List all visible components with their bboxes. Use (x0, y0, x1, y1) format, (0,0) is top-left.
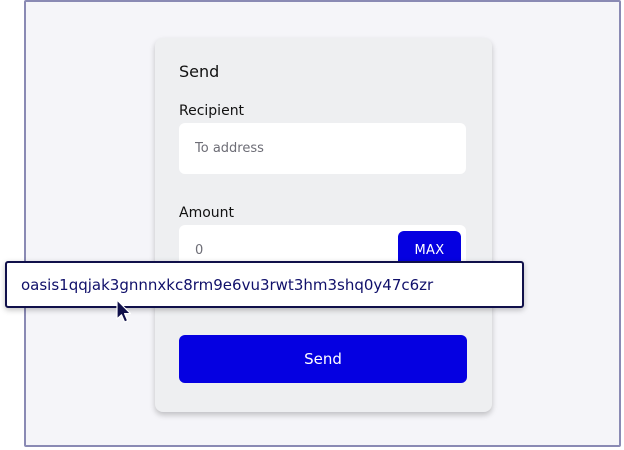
send-button[interactable]: Send (179, 335, 467, 383)
send-form-card: Send Recipient Amount MAX Send (155, 38, 492, 412)
amount-label: Amount (179, 205, 235, 221)
send-form-title: Send (179, 62, 220, 81)
recipient-input[interactable] (179, 123, 466, 174)
dragged-address-tooltip: oasis1qqjak3gnnnxkc8rm9e6vu3rwt3hm3shq0y… (5, 261, 524, 308)
mouse-pointer-icon (116, 299, 132, 323)
recipient-label: Recipient (179, 103, 245, 119)
